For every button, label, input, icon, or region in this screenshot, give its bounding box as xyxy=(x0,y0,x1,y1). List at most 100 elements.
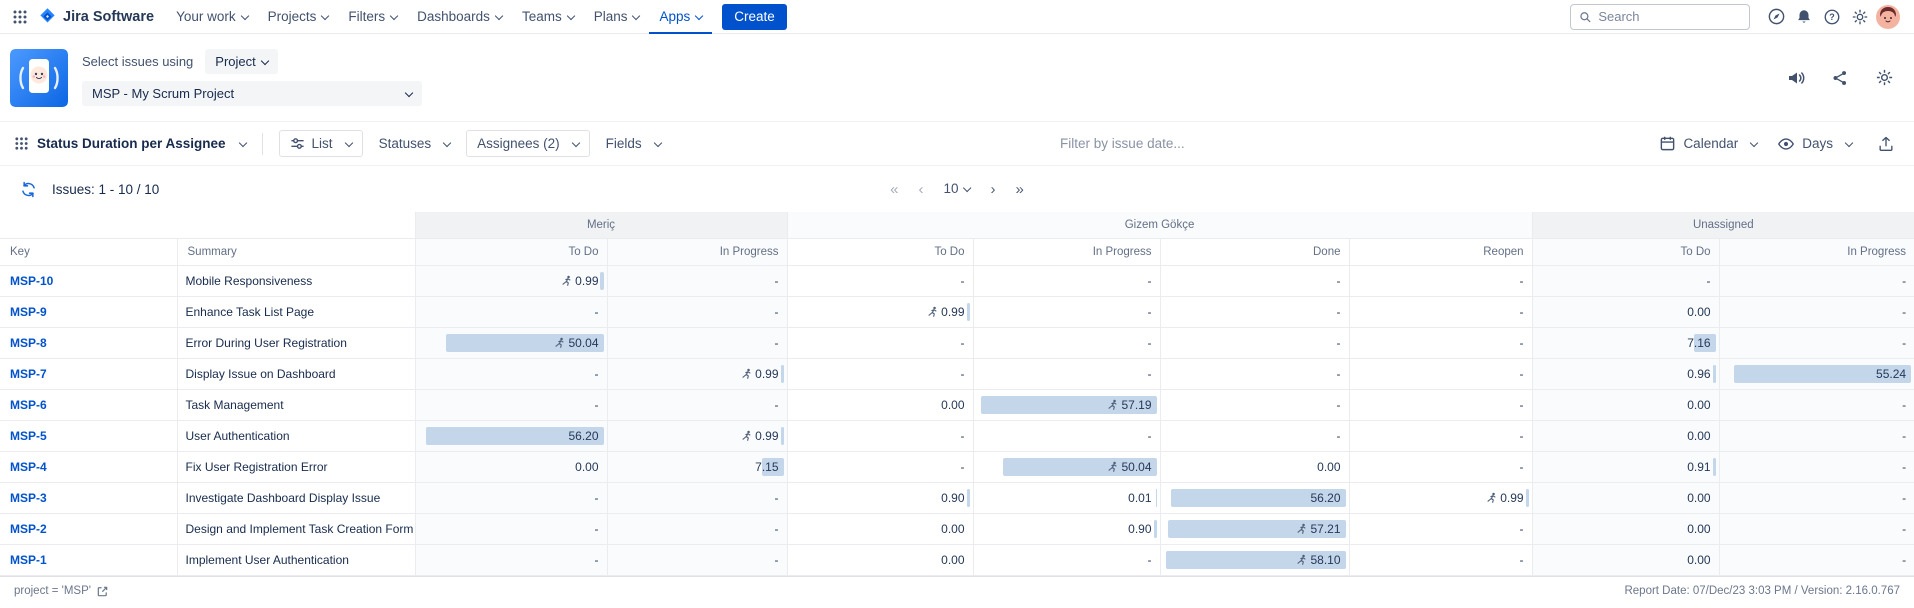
duration-value: - xyxy=(1161,390,1349,420)
issue-key-link[interactable]: MSP-10 xyxy=(10,274,53,288)
duration-value: 56.20 xyxy=(416,421,607,451)
notifications-bell-icon[interactable] xyxy=(1790,3,1818,31)
eye-icon xyxy=(1777,135,1795,153)
issue-date-filter[interactable] xyxy=(1060,135,1260,153)
column-header-key[interactable]: Key xyxy=(0,238,177,265)
duration-value: - xyxy=(1161,421,1349,451)
duration-cell: 0.00 xyxy=(1160,451,1349,482)
duration-value: - xyxy=(1350,359,1532,389)
duration-value: - xyxy=(1350,421,1532,451)
issue-key-cell: MSP-10 xyxy=(0,265,177,296)
help-icon[interactable]: ? xyxy=(1818,3,1846,31)
nav-item-label: Plans xyxy=(594,9,628,24)
page-size-dropdown[interactable]: 10 xyxy=(943,182,970,196)
issue-key-link[interactable]: MSP-1 xyxy=(10,553,47,567)
column-header-status[interactable]: In Progress xyxy=(1719,238,1914,265)
create-button[interactable]: Create xyxy=(722,4,787,30)
duration-cell: - xyxy=(415,513,607,544)
duration-cell: 50.04 xyxy=(415,327,607,358)
issue-key-link[interactable]: MSP-5 xyxy=(10,429,47,443)
discover-compass-icon[interactable] xyxy=(1762,3,1790,31)
time-unit-label: Days xyxy=(1802,136,1833,151)
runner-icon xyxy=(1486,492,1497,504)
column-header-status[interactable]: Reopen xyxy=(1349,238,1532,265)
first-page-button[interactable]: « xyxy=(890,182,898,197)
duration-value: - xyxy=(1161,359,1349,389)
nav-item-apps[interactable]: Apps xyxy=(649,0,712,34)
issue-row: MSP-10Mobile Responsiveness0.99------- xyxy=(0,265,1914,296)
runner-icon xyxy=(1296,523,1307,535)
nav-item-plans[interactable]: Plans xyxy=(584,0,650,34)
next-page-button[interactable]: › xyxy=(991,182,996,197)
column-header-status[interactable]: To Do xyxy=(1532,238,1719,265)
column-header-status[interactable]: To Do xyxy=(415,238,607,265)
nav-item-filters[interactable]: Filters xyxy=(338,0,407,34)
duration-cell: - xyxy=(1719,420,1914,451)
nav-item-your-work[interactable]: Your work xyxy=(166,0,258,34)
calendar-view-dropdown[interactable]: Calendar xyxy=(1659,135,1757,152)
jira-logo[interactable]: Jira Software xyxy=(34,7,166,26)
fields-dropdown[interactable]: Fields xyxy=(606,136,661,151)
issue-key-link[interactable]: MSP-4 xyxy=(10,460,47,474)
column-header-status[interactable]: Done xyxy=(1160,238,1349,265)
app-header-actions xyxy=(1782,64,1898,92)
share-icon[interactable] xyxy=(1826,64,1854,92)
duration-value: 0.01 xyxy=(974,483,1160,513)
nav-item-teams[interactable]: Teams xyxy=(512,0,584,34)
assignees-filter-dropdown[interactable]: Assignees (2) xyxy=(466,130,590,157)
refresh-button[interactable] xyxy=(14,175,42,203)
duration-cell: 0.90 xyxy=(973,513,1160,544)
issue-source-mode-dropdown[interactable]: Project xyxy=(205,49,277,74)
issue-summary-cell: Mobile Responsiveness xyxy=(177,265,415,296)
column-header-status[interactable]: In Progress xyxy=(973,238,1160,265)
time-unit-dropdown[interactable]: Days xyxy=(1777,135,1852,153)
report-type-dropdown[interactable]: Status Duration per Assignee xyxy=(14,136,246,151)
app-switcher-icon[interactable] xyxy=(6,3,34,31)
duration-value: - xyxy=(1720,483,1914,513)
issue-summary-cell: Task Management xyxy=(177,389,415,420)
issue-row: MSP-1Implement User Authentication--0.00… xyxy=(0,544,1914,575)
project-select-dropdown[interactable]: MSP - My Scrum Project xyxy=(82,81,422,106)
duration-cell: - xyxy=(415,389,607,420)
duration-cell: - xyxy=(1719,482,1914,513)
duration-cell: - xyxy=(1160,296,1349,327)
column-header-status[interactable]: To Do xyxy=(787,238,973,265)
duration-cell: - xyxy=(415,544,607,575)
column-header-summary[interactable]: Summary xyxy=(177,238,415,265)
issue-date-filter-input[interactable] xyxy=(1060,136,1260,151)
nav-item-projects[interactable]: Projects xyxy=(258,0,339,34)
user-avatar[interactable] xyxy=(1874,3,1902,31)
feedback-megaphone-icon[interactable] xyxy=(1782,64,1810,92)
nav-item-label: Filters xyxy=(348,9,385,24)
chevron-down-icon xyxy=(240,11,248,19)
column-header-status[interactable]: In Progress xyxy=(607,238,787,265)
issue-key-link[interactable]: MSP-3 xyxy=(10,491,47,505)
duration-value: 50.04 xyxy=(416,328,607,358)
issue-summary-cell: Investigate Dashboard Display Issue xyxy=(177,482,415,513)
search-box[interactable] xyxy=(1570,4,1750,30)
issue-key-link[interactable]: MSP-2 xyxy=(10,522,47,536)
jql-link[interactable]: project = 'MSP' xyxy=(14,585,109,598)
issue-key-link[interactable]: MSP-8 xyxy=(10,336,47,350)
search-input[interactable] xyxy=(1598,9,1741,24)
issue-key-link[interactable]: MSP-7 xyxy=(10,367,47,381)
settings-gear-icon[interactable] xyxy=(1846,3,1874,31)
issue-row: MSP-2Design and Implement Task Creation … xyxy=(0,513,1914,544)
duration-cell: 7.16 xyxy=(1532,327,1719,358)
duration-cell: - xyxy=(1349,296,1532,327)
duration-cell: - xyxy=(415,358,607,389)
export-icon[interactable] xyxy=(1872,130,1900,158)
duration-value: - xyxy=(788,266,973,296)
issue-row: MSP-5User Authentication56.200.99----0.0… xyxy=(0,420,1914,451)
nav-item-dashboards[interactable]: Dashboards xyxy=(407,0,512,34)
last-page-button[interactable]: » xyxy=(1016,182,1024,197)
issue-key-link[interactable]: MSP-6 xyxy=(10,398,47,412)
report-settings-gear-icon[interactable] xyxy=(1870,64,1898,92)
statuses-filter-dropdown[interactable]: Statuses xyxy=(379,136,451,151)
prev-page-button[interactable]: ‹ xyxy=(918,182,923,197)
issue-key-link[interactable]: MSP-9 xyxy=(10,305,47,319)
view-mode-dropdown[interactable]: List xyxy=(279,130,363,157)
duration-value: - xyxy=(608,514,787,544)
duration-cell: - xyxy=(787,327,973,358)
duration-cell: - xyxy=(1160,420,1349,451)
